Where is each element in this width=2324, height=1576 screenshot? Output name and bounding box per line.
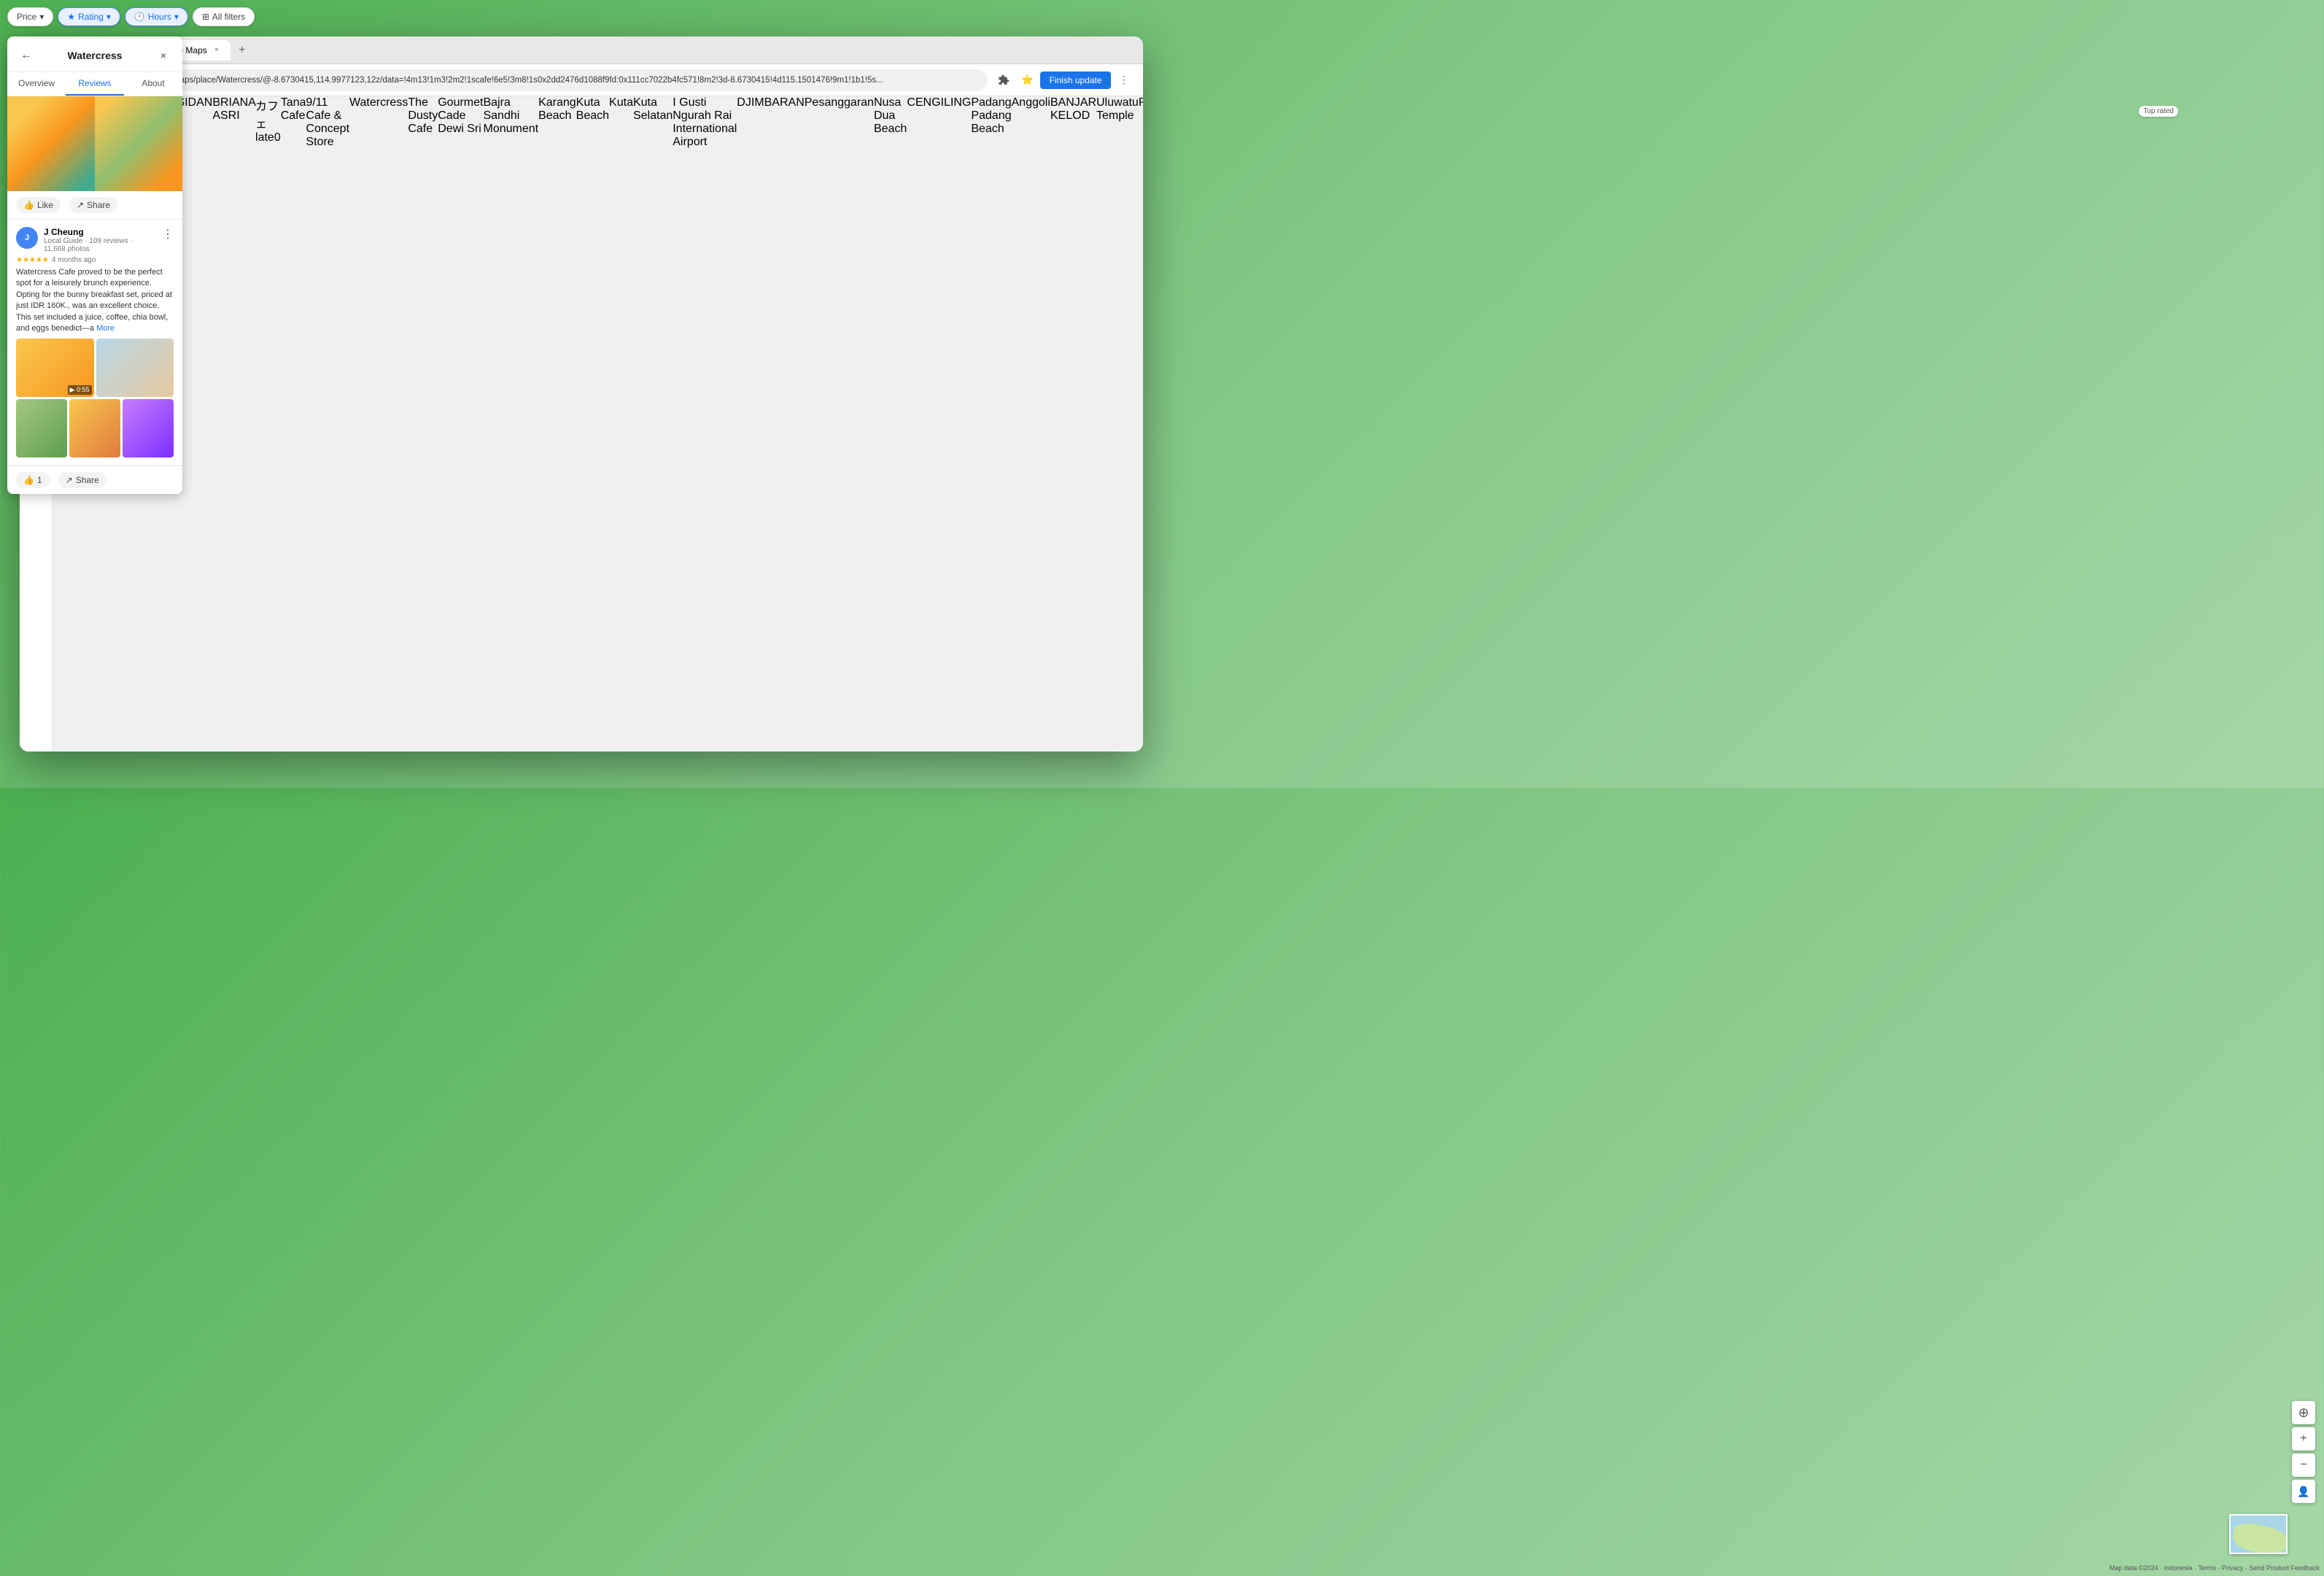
share-button[interactable]: ↗ Share [69,197,117,213]
review-images-2: +6 [20,399,174,457]
like-icon: 👍 [23,200,34,210]
review-stars: ★★★★★ [20,256,49,264]
review-image-5-overlay[interactable]: +6 [123,399,174,457]
finish-update-button[interactable]: Finish update [1040,72,1110,89]
place-image-1[interactable] [20,96,96,191]
review-share-label: Share [76,475,99,485]
review-image-2[interactable] [96,339,174,397]
place-panel: ← Watercress × Overview Reviews Abo [20,96,183,494]
extensions-button[interactable] [993,70,1014,90]
review-share-button[interactable]: ↗ Share [58,472,106,488]
main-content: Saved Recents 321 Bali ! Rawai [20,96,1143,752]
reviewer-avatar: J [20,227,39,249]
review-time: 4 months ago [52,256,96,264]
reviewer-meta: Local Guide · 109 reviews · 11,668 photo… [44,237,156,253]
new-tab-button[interactable]: + [233,42,251,59]
review-share-icon: ↗ [66,475,73,485]
bookmarks-button[interactable]: ⭐ [1017,70,1037,90]
review-image-1[interactable]: ▶ 0:55 [20,339,94,397]
like-button[interactable]: 👍 Like [20,197,61,213]
reviewer-header: J J Cheung Local Guide · 109 reviews · 1… [20,227,174,253]
more-options-button[interactable]: ⋮ [1114,70,1134,90]
like-count-icon: 👍 [23,475,34,485]
review-menu-icon[interactable]: ⋮ [162,227,174,242]
review-image-4[interactable] [69,399,120,457]
review-bottom-actions: 👍 1 ↗ Share [20,466,183,494]
title-bar: Watercress - Google Maps × + [20,36,1143,64]
browser-window: Watercress - Google Maps × + ‹ › ↻ googl… [20,36,1143,752]
share-icon: ↗ [77,200,84,210]
review-images-1: ▶ 0:55 [20,339,174,397]
review-text: Watercress Cafe proved to be the perfect… [20,267,174,334]
like-label: Like [37,200,53,210]
place-images [20,96,183,191]
reviewer-name: J Cheung [44,227,156,237]
share-label: Share [87,200,110,210]
review-image-3[interactable] [20,399,68,457]
review-like-button[interactable]: 👍 1 [20,472,50,488]
review-item: J J Cheung Local Guide · 109 reviews · 1… [20,220,183,466]
reviewer-info: J Cheung Local Guide · 109 reviews · 11,… [44,227,156,253]
review-more-link[interactable]: More [96,324,115,333]
like-count: 1 [37,475,42,485]
nav-bar: ‹ › ↻ google.com/maps/place/Watercress/@… [20,64,1143,96]
tab-close-button[interactable]: × [212,45,222,55]
address-text: google.com/maps/place/Watercress/@-8.673… [128,76,981,85]
place-image-2[interactable] [95,96,182,191]
address-bar[interactable]: google.com/maps/place/Watercress/@-8.673… [107,69,988,91]
place-actions: 👍 Like ↗ Share [20,191,183,220]
nav-actions: ⭐ Finish update ⋮ [993,70,1134,90]
